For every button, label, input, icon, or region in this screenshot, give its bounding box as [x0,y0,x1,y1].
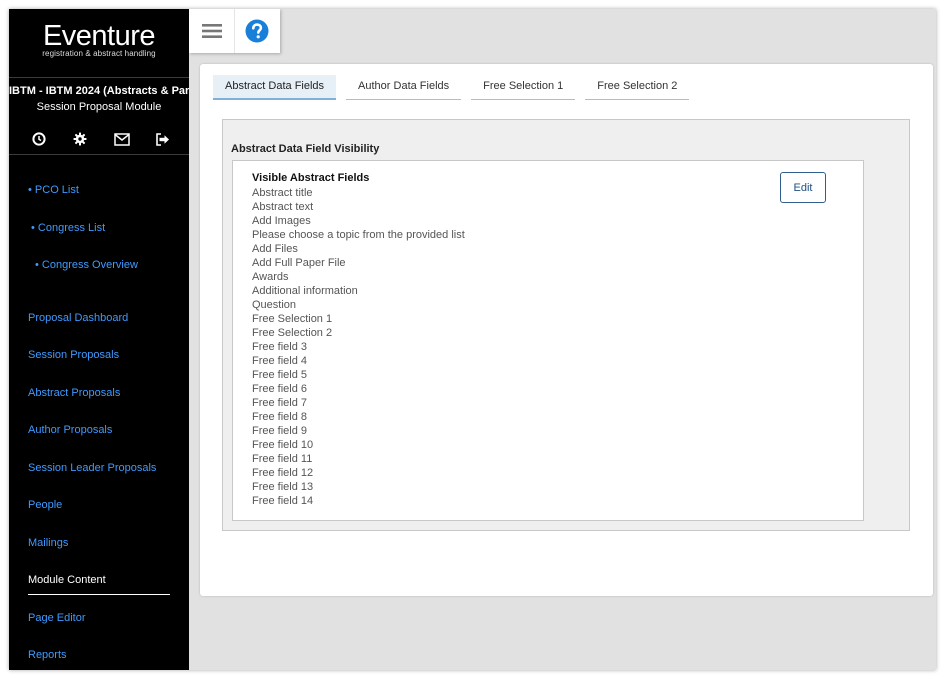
top-toolbar [189,9,280,53]
field-list-item: Add Images [252,215,311,227]
help-icon[interactable] [234,9,279,53]
field-list-item: Free Selection 1 [252,313,333,325]
gear-icon[interactable] [72,131,88,147]
logo: Eventure registration & abstract handlin… [9,21,189,58]
tab-free-selection-1[interactable]: Free Selection 1 [471,75,576,100]
breadcrumb-pco-list[interactable]: • PCO List [28,184,79,196]
field-list-item: Additional information [252,285,358,297]
event-title: IBTM - IBTM 2024 (Abstracts & Par… [9,85,189,97]
field-list-item: Abstract text [252,201,314,213]
field-list-item: Free field 3 [252,341,308,353]
active-item-underline [28,594,170,595]
section-title: Abstract Data Field Visibility [231,143,380,155]
hamburger-menu-icon[interactable] [189,9,234,53]
field-list-item: Abstract title [252,187,313,199]
edit-button[interactable]: Edit [780,172,826,203]
field-list-item: Add Full Paper File [252,257,346,269]
tab-free-selection-2[interactable]: Free Selection 2 [585,75,690,100]
sidebar-item-abstract-proposals[interactable]: Abstract Proposals [28,387,120,399]
visible-fields-box: Visible Abstract Fields Abstract title Ab… [232,160,864,521]
field-list-item: Free field 5 [252,369,308,381]
sidebar-icon-bar [31,131,171,147]
brand-tagline: registration & abstract handling [42,49,156,58]
field-list-item: Free field 14 [252,495,314,507]
logout-icon[interactable] [155,131,171,147]
module-name: Session Proposal Module [36,101,162,113]
field-list-item: Awards [252,271,289,283]
field-list-item: Free field 12 [252,467,314,479]
tab-abstract-data-fields[interactable]: Abstract Data Fields [213,75,337,100]
field-list-item: Free field 9 [252,425,308,437]
field-list-item: Free field 4 [252,355,308,367]
content-panel: Abstract Data Fields Author Data Fields … [200,64,933,596]
brand-name: Eventure [42,20,156,52]
sidebar-item-author-proposals[interactable]: Author Proposals [28,424,112,436]
sidebar: Eventure registration & abstract handlin… [9,9,189,670]
sidebar-item-session-leader-proposals[interactable]: Session Leader Proposals [28,462,156,474]
field-list-item: Free field 11 [252,453,313,465]
field-list-item: Question [252,299,297,311]
sidebar-item-mailings[interactable]: Mailings [28,537,68,549]
field-list-item: Free field 7 [252,397,308,409]
sidebar-item-reports[interactable]: Reports [28,649,67,661]
field-list-item: Please choose a topic from the provided … [252,229,465,241]
field-list-item: Free field 13 [252,481,314,493]
divider [9,77,189,78]
field-list-item: Add Files [252,243,298,255]
divider [9,154,189,155]
tab-bar: Abstract Data Fields Author Data Fields … [213,75,699,100]
breadcrumb-congress-list[interactable]: • Congress List [31,222,105,234]
sidebar-item-people[interactable]: People [28,499,62,511]
field-visibility-section: Abstract Data Field Visibility Visible A… [222,119,910,531]
sidebar-item-session-proposals[interactable]: Session Proposals [28,349,119,361]
tab-author-data-fields[interactable]: Author Data Fields [346,75,462,100]
app-window: Eventure registration & abstract handlin… [9,9,936,670]
field-list-item: Free field 10 [252,439,314,451]
field-list-item: Free Selection 2 [252,327,333,339]
clock-icon[interactable] [31,131,47,147]
visible-fields-heading: Visible Abstract Fields [252,172,370,184]
breadcrumb-congress-overview[interactable]: • Congress Overview [35,259,138,271]
sidebar-item-proposal-dashboard[interactable]: Proposal Dashboard [28,312,128,324]
sidebar-item-page-editor[interactable]: Page Editor [28,612,85,624]
sidebar-item-module-content[interactable]: Module Content [28,574,106,586]
visible-fields-list: Abstract title Abstract text Add Images Ple… [252,186,465,508]
field-list-item: Free field 6 [252,383,308,395]
field-list-item: Free field 8 [252,411,308,423]
mail-icon[interactable] [113,131,130,147]
